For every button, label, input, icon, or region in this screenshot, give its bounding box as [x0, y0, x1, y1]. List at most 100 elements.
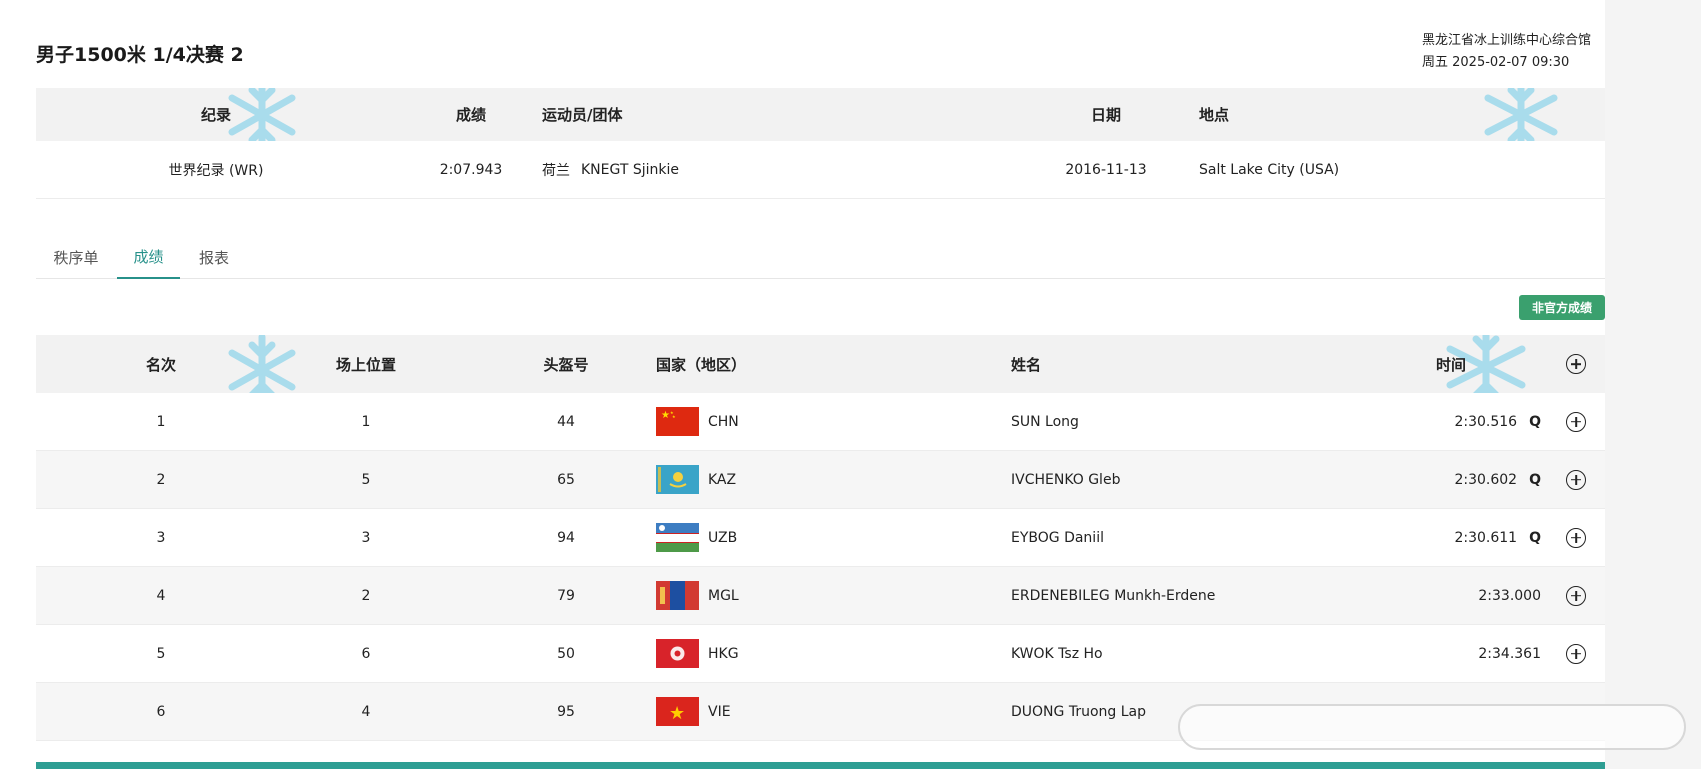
table-row: 4 2 79 MGL ERDENEBILEG Munkh-Erdene 2:33.000 [36, 567, 1605, 625]
noc-cell: ★ ★ ★ CHN [656, 393, 956, 450]
rank-cell: 4 [156, 587, 166, 604]
lane-cell: 3 [361, 529, 371, 546]
svg-text:★: ★ [669, 703, 685, 724]
table-row: 5 6 50 HKG KWOK Tsz Ho 2:34.361 [36, 625, 1605, 683]
noc-cell: KAZ [656, 451, 956, 508]
header-athlete: 运动员/团体 [542, 106, 623, 124]
athlete-name[interactable]: IVCHENKO Gleb [1011, 451, 1391, 508]
time-cell: 2:30.611 Q [1431, 509, 1541, 566]
record-type: 世界纪录 (WR) [168, 162, 264, 179]
qualified-mark: Q [1529, 413, 1541, 430]
noc-cell: MGL [656, 567, 956, 624]
plus-circle-icon[interactable] [1566, 469, 1586, 490]
vie-flag-icon: ★ [656, 697, 699, 726]
unofficial-results-badge: 非官方成绩 [1519, 295, 1605, 320]
header-name: 姓名 [1011, 355, 1042, 374]
svg-text:★: ★ [661, 410, 670, 421]
lane-cell: 2 [361, 587, 371, 604]
record-country: 荷兰 [542, 162, 570, 179]
time-value: 2:33.000 [1478, 587, 1541, 604]
header-result: 成绩 [455, 106, 486, 124]
header-noc: 国家（地区） [656, 355, 747, 374]
header-time: 时间 [1435, 355, 1466, 374]
header-location: 地点 [1199, 106, 1230, 124]
noc-cell: UZB [656, 509, 956, 566]
venue-info: 黑龙江省冰上训练中心综合馆 周五 2025-02-07 09:30 [1422, 30, 1612, 74]
plus-circle-icon[interactable] [1566, 585, 1586, 606]
uzb-flag-icon [656, 523, 699, 552]
plus-circle-icon[interactable] [1566, 643, 1586, 664]
lane-cell: 1 [361, 413, 371, 430]
tab-results[interactable]: 成绩 [117, 236, 180, 279]
helmet-cell: 44 [557, 413, 575, 430]
page-title: 男子1500米 1/4决赛 2 [36, 44, 244, 66]
expand-row-button[interactable] [1566, 625, 1586, 682]
header-lane: 场上位置 [335, 355, 396, 374]
expand-row-button[interactable] [1566, 567, 1586, 624]
lane-cell: 4 [361, 703, 371, 720]
kaz-flag-icon [656, 465, 699, 494]
plus-circle-icon[interactable] [1566, 527, 1586, 548]
record-row: 世界纪录 (WR) 2:07.943 荷兰 KNEGT Sjinkie 2016… [36, 141, 1605, 199]
record-athlete: KNEGT Sjinkie [581, 161, 679, 178]
table-row: 2 5 65 KAZ IVCHENKO Gleb 2:30.602 Q [36, 451, 1605, 509]
athlete-name[interactable]: KWOK Tsz Ho [1011, 625, 1391, 682]
lane-cell: 5 [361, 471, 371, 488]
table-row: 1 1 44 ★ ★ ★ CHN SUN Long 2:30.516 Q [36, 393, 1605, 451]
table-row: 3 3 94 UZB EYBOG Daniil 2:30.611 Q [36, 509, 1605, 567]
header-date: 日期 [1090, 106, 1121, 124]
bottom-bar [36, 762, 1605, 769]
time-value: 2:30.602 [1454, 471, 1518, 488]
noc-cell: HKG [656, 625, 956, 682]
plus-circle-icon[interactable] [1566, 354, 1586, 374]
snowflake-decoration-icon [1484, 88, 1558, 141]
record-date: 2016-11-13 [1065, 161, 1147, 178]
noc-code: KAZ [708, 471, 737, 488]
record-table-header: 纪录 成绩 运动员/团体 日期 地点 [36, 88, 1605, 141]
helmet-cell: 50 [557, 645, 575, 662]
time-value: 2:34.361 [1478, 645, 1541, 662]
tab-start-list[interactable]: 秩序单 [36, 236, 116, 279]
noc-code: CHN [708, 413, 739, 430]
record-location: Salt Lake City (USA) [1199, 161, 1340, 178]
rank-cell: 1 [156, 413, 166, 430]
time-cell: 2:30.516 Q [1431, 393, 1541, 450]
mgl-flag-icon [656, 581, 699, 610]
header-helmet: 头盔号 [543, 355, 589, 374]
qualified-mark: Q [1529, 529, 1541, 546]
watermark-logo [1178, 704, 1686, 750]
chn-flag-icon: ★ ★ ★ [656, 407, 699, 436]
record-holder: 荷兰 KNEGT Sjinkie [542, 141, 942, 198]
time-cell: 2:33.000 [1431, 567, 1541, 624]
lane-cell: 6 [361, 645, 371, 662]
tab-reports[interactable]: 报表 [184, 236, 244, 279]
expand-all-button[interactable] [1566, 335, 1586, 393]
plus-circle-icon[interactable] [1566, 411, 1586, 432]
expand-row-button[interactable] [1566, 451, 1586, 508]
noc-code: VIE [708, 703, 731, 720]
helmet-cell: 94 [557, 529, 575, 546]
noc-cell: ★ VIE [656, 683, 956, 740]
results-table-header: 名次 场上位置 头盔号 国家（地区） 姓名 时间 [36, 335, 1605, 393]
athlete-name[interactable]: ERDENEBILEG Munkh-Erdene [1011, 567, 1391, 624]
record-result: 2:07.943 [439, 161, 503, 178]
noc-code: HKG [708, 645, 739, 662]
rank-cell: 3 [156, 529, 166, 546]
noc-code: MGL [708, 587, 739, 604]
expand-row-button[interactable] [1566, 393, 1586, 450]
header-rank: 名次 [145, 355, 176, 374]
expand-row-button[interactable] [1566, 509, 1586, 566]
helmet-cell: 65 [557, 471, 575, 488]
time-cell: 2:34.361 [1431, 625, 1541, 682]
event-datetime: 周五 2025-02-07 09:30 [1422, 55, 1570, 70]
noc-code: UZB [708, 529, 738, 546]
venue-name: 黑龙江省冰上训练中心综合馆 [1422, 33, 1592, 48]
athlete-name[interactable]: EYBOG Daniil [1011, 509, 1391, 566]
header-record: 纪录 [200, 106, 231, 124]
athlete-name[interactable]: SUN Long [1011, 393, 1391, 450]
time-cell: 2:30.602 Q [1431, 451, 1541, 508]
rank-cell: 6 [156, 703, 166, 720]
results-panel: 男子1500米 1/4决赛 2 黑龙江省冰上训练中心综合馆 周五 2025-02… [0, 0, 1605, 769]
helmet-cell: 79 [557, 587, 575, 604]
svg-text:★: ★ [672, 414, 676, 419]
